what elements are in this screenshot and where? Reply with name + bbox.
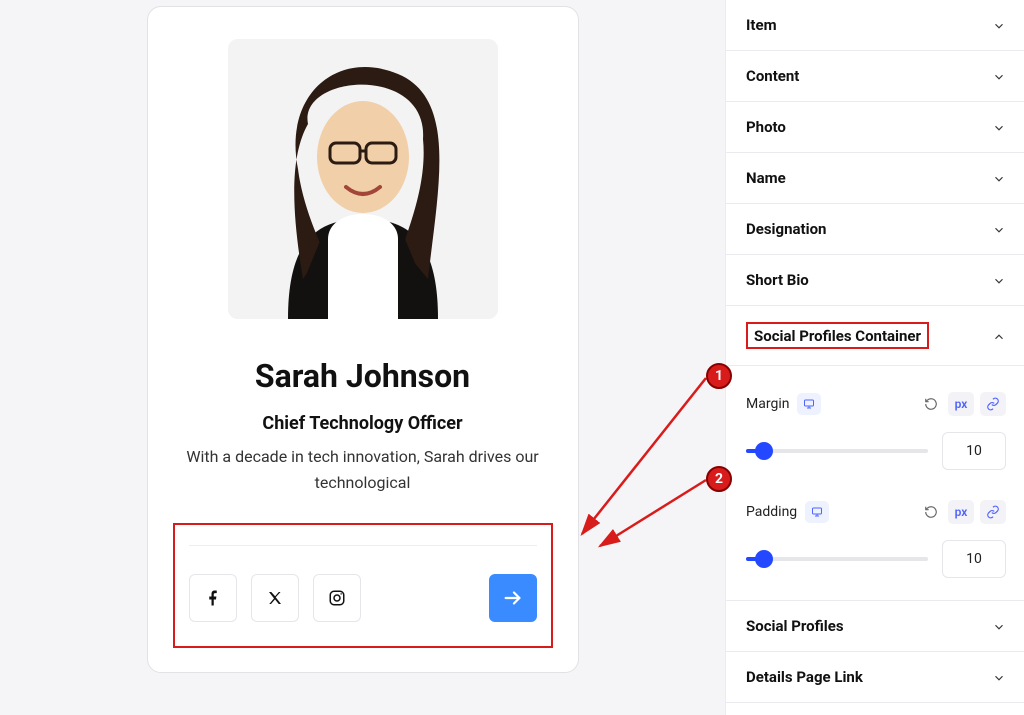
chevron-down-icon	[992, 171, 1006, 185]
link-values-icon[interactable]	[980, 392, 1006, 416]
chevron-down-icon	[992, 619, 1006, 633]
x-twitter-icon[interactable]	[251, 574, 299, 622]
margin-control: Margin px	[746, 392, 1006, 416]
margin-value[interactable]: 10	[942, 432, 1006, 470]
section-designation[interactable]: Designation	[726, 204, 1024, 255]
section-label: Short Bio	[746, 271, 809, 289]
control-label: Margin	[746, 396, 789, 412]
unit-px-chip[interactable]: px	[948, 392, 974, 416]
section-label: Photo	[746, 118, 786, 136]
team-member-card: Sarah Johnson Chief Technology Officer W…	[147, 6, 579, 673]
member-designation: Chief Technology Officer	[262, 413, 462, 434]
social-row	[189, 574, 537, 622]
reset-icon[interactable]	[920, 393, 942, 415]
member-bio: With a decade in tech innovation, Sarah …	[183, 444, 543, 495]
section-social-profiles-container[interactable]: Social Profiles Container	[726, 306, 1024, 366]
section-label: Social Profiles Container	[754, 327, 921, 345]
padding-value[interactable]: 10	[942, 540, 1006, 578]
unit-px-chip[interactable]: px	[948, 500, 974, 524]
annotation-badge-1: 1	[706, 363, 732, 389]
section-label: Details Page Link	[746, 668, 863, 686]
chevron-down-icon	[992, 670, 1006, 684]
preview-area: Sarah Johnson Chief Technology Officer W…	[0, 0, 725, 715]
section-name[interactable]: Name	[726, 153, 1024, 204]
chevron-down-icon	[992, 273, 1006, 287]
section-label: Designation	[746, 220, 826, 238]
social-profiles-container	[173, 523, 553, 648]
chevron-down-icon	[992, 222, 1006, 236]
margin-slider-row: 10	[746, 432, 1006, 470]
chevron-up-icon	[992, 329, 1006, 343]
member-photo	[228, 39, 498, 319]
chevron-down-icon	[992, 18, 1006, 32]
chevron-down-icon	[992, 69, 1006, 83]
section-details-page-link[interactable]: Details Page Link	[726, 652, 1024, 703]
section-label: Social Profiles	[746, 617, 844, 635]
chevron-down-icon	[992, 120, 1006, 134]
section-advanced[interactable]: Advanced	[726, 703, 1024, 715]
section-label: Content	[746, 67, 799, 85]
section-content[interactable]: Content	[726, 51, 1024, 102]
padding-slider[interactable]	[746, 557, 928, 561]
section-label: Item	[746, 16, 777, 34]
control-label: Padding	[746, 504, 797, 520]
reset-icon[interactable]	[920, 501, 942, 523]
margin-slider[interactable]	[746, 449, 928, 453]
padding-control: Padding px	[746, 500, 1006, 524]
divider	[189, 545, 537, 546]
section-social-profiles[interactable]: Social Profiles	[726, 601, 1024, 652]
responsive-desktop-icon[interactable]	[797, 393, 821, 415]
link-values-icon[interactable]	[980, 500, 1006, 524]
responsive-desktop-icon[interactable]	[805, 501, 829, 523]
instagram-icon[interactable]	[313, 574, 361, 622]
section-short-bio[interactable]: Short Bio	[726, 255, 1024, 306]
section-item[interactable]: Item	[726, 0, 1024, 51]
section-label: Name	[746, 169, 786, 187]
padding-slider-row: 10	[746, 540, 1006, 578]
details-arrow-button[interactable]	[489, 574, 537, 622]
settings-panel: Item Content Photo Name Designation Shor…	[725, 0, 1024, 715]
facebook-icon[interactable]	[189, 574, 237, 622]
member-name: Sarah Johnson	[255, 357, 470, 395]
section-body: Margin px 10 Padding px	[726, 366, 1024, 601]
section-photo[interactable]: Photo	[726, 102, 1024, 153]
annotation-badge-2: 2	[706, 466, 732, 492]
